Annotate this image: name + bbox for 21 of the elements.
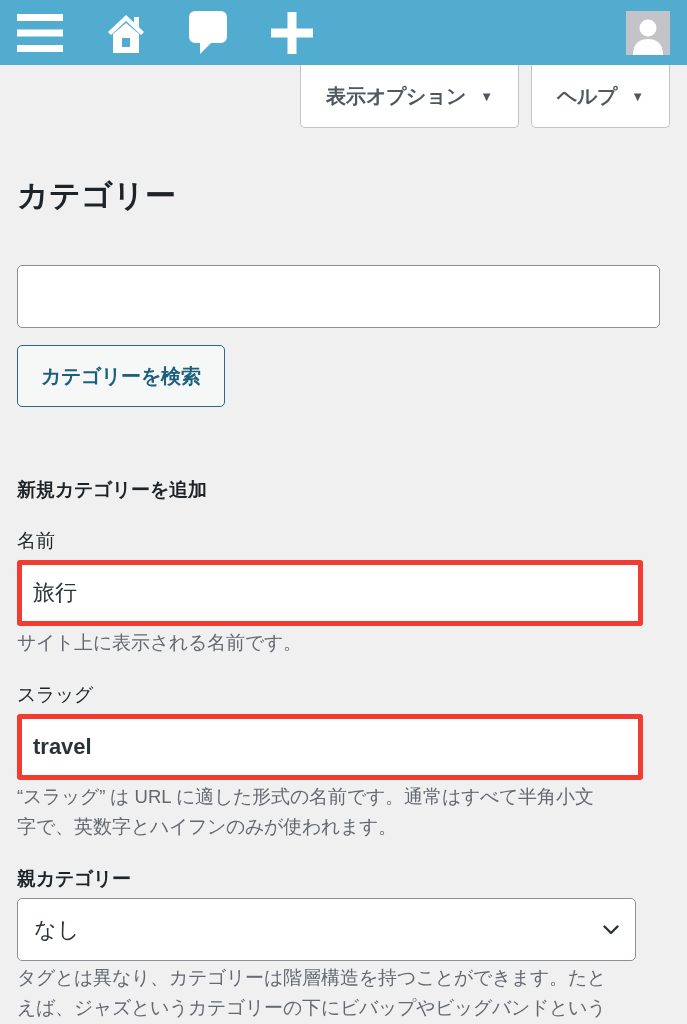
field-label: 名前 [17, 529, 56, 553]
field-label: 親カテゴリー [17, 867, 132, 891]
help-text: サイト上に表示される名前です。 [17, 631, 303, 655]
chevron-down-icon [603, 924, 619, 935]
input-field[interactable]: 旅行 [17, 560, 643, 626]
avatar-icon[interactable] [626, 10, 670, 55]
page-title: カテゴリー [17, 177, 177, 215]
dropdown-tab[interactable]: ヘルプ ▼ [531, 65, 670, 128]
menu-icon[interactable] [17, 13, 63, 52]
search-button[interactable]: カテゴリーを検索 [17, 345, 225, 407]
dropdown-tab[interactable]: 表示オプション ▼ [300, 65, 520, 128]
plus-icon[interactable] [271, 11, 313, 54]
input-field[interactable]: travel [17, 714, 643, 780]
search-field[interactable] [17, 265, 660, 328]
help-text: “スラッグ” は URL に適した形式の名前です。通常はすべて半角小文字で、英数字とハイフンのみが使われます。 [17, 785, 596, 839]
parent-category-select[interactable]: なし [17, 898, 636, 961]
speech-bubble-icon[interactable] [189, 11, 227, 54]
home-icon[interactable] [107, 12, 145, 53]
section-heading: 新規カテゴリーを追加 [17, 478, 208, 502]
help-text: タグとは異なり、カテゴリーは階層構造を持つことができます。たとえば、ジャズというカテゴリーの下にビバップやビッグバンドという [17, 966, 607, 1020]
field-label: スラッグ [17, 683, 94, 707]
